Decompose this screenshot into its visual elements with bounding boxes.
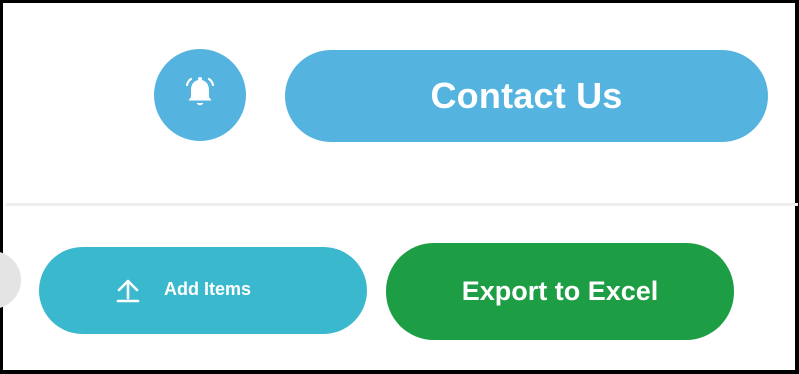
bell-icon [180,73,220,118]
contact-us-label: Contact Us [430,75,623,116]
panel-frame: Contact Us Add Items Export to Excel [0,0,799,374]
add-items-button[interactable]: Add Items [39,247,367,334]
section-divider [6,203,798,206]
export-to-excel-button[interactable]: Export to Excel [386,243,734,340]
add-items-label: Add Items [164,279,252,299]
partial-circle-button[interactable] [0,251,21,309]
export-to-excel-label: Export to Excel [461,276,659,306]
upload-arrow-icon [115,277,141,303]
contact-us-button[interactable]: Contact Us [285,50,768,142]
notifications-button[interactable] [154,49,246,141]
